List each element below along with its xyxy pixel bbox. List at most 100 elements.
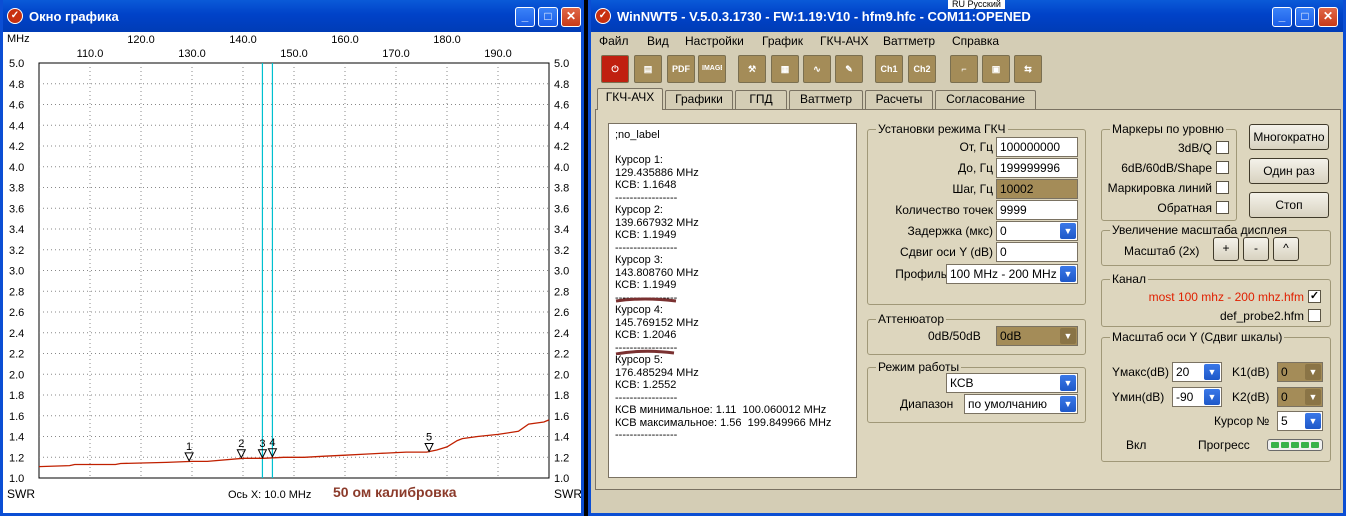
y-tick-label: 1.0: [9, 473, 24, 485]
from-input[interactable]: 100000000: [996, 137, 1078, 157]
ch2-label: Ch2: [913, 64, 931, 74]
mode-select[interactable]: КСВ ▼: [946, 373, 1078, 393]
chevron-down-icon[interactable]: ▼: [1204, 364, 1220, 380]
chevron-down-icon[interactable]: ▼: [1060, 223, 1076, 239]
language-indicator[interactable]: RU Русский: [948, 0, 1005, 9]
y-tick-label: 4.4: [554, 120, 569, 132]
chevron-down-icon[interactable]: ▼: [1060, 375, 1076, 391]
save-icon[interactable]: ▣: [982, 55, 1010, 83]
cursor-number-select[interactable]: 5 ▼: [1277, 411, 1323, 431]
x-tick-label: 120.0: [127, 34, 155, 46]
range-select[interactable]: по умолчанию ▼: [964, 394, 1078, 414]
ymax-value: 20: [1176, 365, 1190, 379]
channel-file-1-checkbox[interactable]: ✓: [1308, 290, 1321, 303]
markers-group: Маркеры по уровню 3dB/Q 6dB/60dB/Shape М…: [1101, 122, 1237, 221]
main-window: ✓ WinNWT5 - V.5.0.3.1730 - FW:1.19:V10 -…: [588, 0, 1346, 516]
grid-icon[interactable]: ▦: [771, 55, 799, 83]
ch2-icon[interactable]: Ch2: [908, 55, 936, 83]
single-button[interactable]: Один раз: [1249, 158, 1329, 184]
y-tick-label: 3.8: [9, 183, 24, 195]
tab-matching[interactable]: Согласование: [935, 90, 1036, 109]
profile-select[interactable]: 100 MHz - 200 MHz ▼: [946, 264, 1078, 284]
delay-value: 0: [1000, 224, 1007, 238]
y-tick-label: 4.6: [9, 100, 24, 112]
menu-view[interactable]: Вид: [647, 34, 669, 48]
marker-lines-checkbox[interactable]: [1216, 181, 1229, 194]
ymin-select[interactable]: -90 ▼: [1172, 387, 1222, 407]
menu-graph[interactable]: График: [762, 34, 803, 48]
k1-label: K1(dB): [1232, 365, 1270, 379]
tab-calculations[interactable]: Расчеты: [865, 90, 933, 109]
repeat-button[interactable]: Многократно: [1249, 124, 1329, 150]
wave-icon[interactable]: ∿: [803, 55, 831, 83]
menu-file[interactable]: Файл: [599, 34, 629, 48]
yshift-input[interactable]: 0: [996, 242, 1078, 262]
k1-select[interactable]: 0 ▼: [1277, 362, 1323, 382]
marker-reverse-checkbox[interactable]: [1216, 201, 1229, 214]
tab-graphs[interactable]: Графики: [665, 90, 733, 109]
close-button[interactable]: ✕: [561, 7, 581, 27]
step-input[interactable]: 10002: [996, 179, 1078, 199]
menu-sweep[interactable]: ГКЧ-АЧХ: [820, 34, 869, 48]
chevron-down-icon[interactable]: ▼: [1060, 328, 1076, 344]
minimize-button[interactable]: _: [1272, 7, 1292, 27]
y-tick-label: 3.4: [554, 224, 569, 236]
channel-file-2-checkbox[interactable]: [1308, 309, 1321, 322]
pdf-icon[interactable]: PDF: [667, 55, 695, 83]
step-icon[interactable]: ⌐: [950, 55, 978, 83]
maximize-button[interactable]: □: [1295, 7, 1315, 27]
tools-icon[interactable]: ⚒: [738, 55, 766, 83]
points-input[interactable]: 9999: [996, 200, 1078, 220]
graph-titlebar[interactable]: ✓ Окно графика _ □ ✕: [3, 0, 581, 32]
menu-wattmeter[interactable]: Ваттметр: [883, 34, 935, 48]
step-label: Шаг, Гц: [952, 182, 993, 196]
tab-vfo[interactable]: ГПД: [735, 90, 787, 109]
marker-6db-checkbox[interactable]: [1216, 161, 1229, 174]
chevron-down-icon[interactable]: ▼: [1060, 396, 1076, 412]
menu-help[interactable]: Справка: [952, 34, 999, 48]
zoom-out-button[interactable]: -: [1243, 237, 1269, 261]
swap-icon[interactable]: ⇆: [1014, 55, 1042, 83]
progress-bar: [1267, 439, 1323, 451]
maximize-button[interactable]: □: [538, 7, 558, 27]
menu-settings[interactable]: Настройки: [685, 34, 744, 48]
x-tick-label: 170.0: [382, 48, 410, 60]
to-input[interactable]: 199999996: [996, 158, 1078, 178]
power-icon[interactable]: ⏻: [601, 55, 629, 83]
chevron-down-icon[interactable]: ▼: [1305, 364, 1321, 380]
range-value: по умолчанию: [968, 397, 1048, 411]
stop-button[interactable]: Стоп: [1249, 192, 1329, 218]
mode-group: Режим работы КСВ ▼ Диапазон по умолчанию ▼: [867, 360, 1086, 423]
chevron-down-icon[interactable]: ▼: [1204, 389, 1220, 405]
close-button[interactable]: ✕: [1318, 7, 1338, 27]
minimize-button[interactable]: _: [515, 7, 535, 27]
zoom-reset-button[interactable]: ^: [1273, 237, 1299, 261]
ymax-select[interactable]: 20 ▼: [1172, 362, 1222, 382]
zoom-in-button[interactable]: +: [1213, 237, 1239, 261]
y-tick-label: 4.0: [554, 162, 569, 174]
printer-icon[interactable]: ▤: [634, 55, 662, 83]
image-icon[interactable]: IMAGE: [698, 55, 726, 83]
chevron-down-icon[interactable]: ▼: [1305, 389, 1321, 405]
y-tick-label: 3.2: [554, 245, 569, 257]
k2-select[interactable]: 0 ▼: [1277, 387, 1323, 407]
zoom-group: Увеличение масштаба дисплея Масштаб (2x)…: [1101, 223, 1331, 266]
chevron-down-icon[interactable]: ▼: [1060, 266, 1076, 282]
tab-wattmeter[interactable]: Ваттметр: [789, 90, 863, 109]
probe-icon[interactable]: ✎: [835, 55, 863, 83]
cursor-number-label: Курсор №: [1214, 414, 1270, 428]
y-tick-label: 1.2: [554, 452, 569, 464]
swr-chart[interactable]: 5.0 5.0 4.8 4.8 4.6 4.6 4.4 4.4 4.2 4.2 4.0 4.0 3.8 3…: [3, 32, 581, 516]
graph-window-title: Окно графика: [29, 9, 119, 24]
progress-label: Прогресс: [1198, 438, 1250, 452]
ch1-icon[interactable]: Ch1: [875, 55, 903, 83]
y-tick-label: 5.0: [9, 58, 24, 70]
tab-sweep[interactable]: ГКЧ-АЧХ: [597, 88, 663, 110]
marker-3db-checkbox[interactable]: [1216, 141, 1229, 154]
y-tick-label: 4.8: [9, 79, 24, 91]
y-tick-label: 3.2: [9, 245, 24, 257]
channel-file-2: def_probe2.hfm: [1219, 309, 1304, 323]
attenuator-select[interactable]: 0dB ▼: [996, 326, 1078, 346]
chevron-down-icon[interactable]: ▼: [1305, 413, 1321, 429]
delay-select[interactable]: 0 ▼: [996, 221, 1078, 241]
